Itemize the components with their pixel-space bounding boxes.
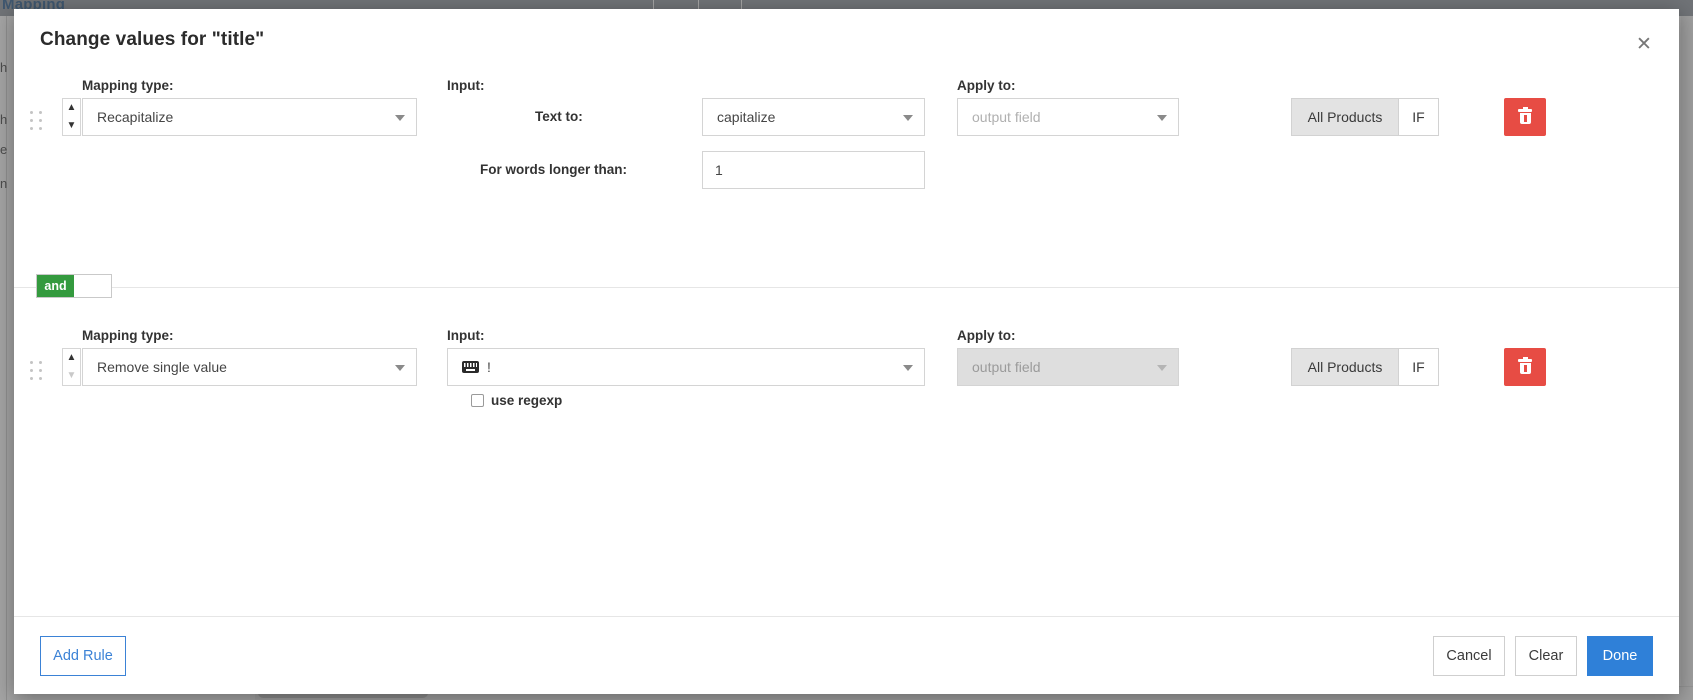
mapping-type-select[interactable]: Remove single value <box>82 348 417 386</box>
apply-to-label: Apply to: <box>957 328 1016 343</box>
use-regexp-label: use regexp <box>491 393 563 408</box>
keyboard-icon <box>462 361 479 373</box>
chevron-down-icon[interactable]: ▼ <box>63 367 80 385</box>
trash-icon <box>1518 106 1532 125</box>
page-title: Change values for "title" <box>40 29 265 50</box>
trash-icon <box>1518 356 1532 375</box>
delete-rule-button[interactable] <box>1504 348 1546 386</box>
rule-row: ▲ ▼ Mapping type: Remove single value In… <box>14 288 1679 488</box>
text-to-label: Text to: <box>535 109 583 124</box>
scope-if-button[interactable]: IF <box>1398 99 1438 135</box>
scope-all-products-button[interactable]: All Products <box>1292 349 1398 385</box>
mapping-type-label: Mapping type: <box>82 78 174 93</box>
modal-body: ▲ ▼ Mapping type: Recapitalize Input: Te… <box>14 71 1679 616</box>
scope-if-button[interactable]: IF <box>1398 349 1438 385</box>
close-icon[interactable]: ✕ <box>1631 31 1657 57</box>
mapping-type-select[interactable]: Recapitalize <box>82 98 417 136</box>
chevron-up-icon[interactable]: ▲ <box>63 99 80 117</box>
words-longer-than-input[interactable]: 1 <box>702 151 925 189</box>
mapping-type-label: Mapping type: <box>82 328 174 343</box>
reorder-spinner[interactable]: ▲ ▼ <box>62 348 81 386</box>
modal-header: Change values for "title" ✕ <box>14 9 1679 71</box>
chevron-up-icon[interactable]: ▲ <box>63 349 80 367</box>
add-rule-button[interactable]: Add Rule <box>40 635 126 676</box>
input-label: Input: <box>447 78 485 93</box>
scope-all-products-button[interactable]: All Products <box>1292 99 1398 135</box>
chevron-down-icon[interactable]: ▼ <box>63 117 80 135</box>
apply-to-select[interactable]: output field <box>957 98 1179 136</box>
use-regexp-checkbox[interactable]: use regexp <box>471 393 562 408</box>
input-value-select[interactable]: ! <box>447 348 925 386</box>
input-label: Input: <box>447 328 485 343</box>
apply-to-select: output field <box>957 348 1179 386</box>
drag-handle-icon[interactable] <box>30 361 44 381</box>
done-button[interactable]: Done <box>1587 635 1653 676</box>
cancel-button[interactable]: Cancel <box>1433 635 1505 676</box>
modal-footer: Add Rule Cancel Clear Done <box>14 616 1679 694</box>
reorder-spinner[interactable]: ▲ ▼ <box>62 98 81 136</box>
footer-actions: Cancel Clear Done <box>1433 635 1653 676</box>
change-values-modal: Change values for "title" ✕ ▲ ▼ Mapping … <box>14 9 1679 694</box>
clear-button[interactable]: Clear <box>1515 635 1577 676</box>
scope-toggle-group: All Products IF <box>1291 98 1439 136</box>
scope-toggle-group: All Products IF <box>1291 348 1439 386</box>
words-longer-than-label: For words longer than: <box>480 162 627 177</box>
apply-to-label: Apply to: <box>957 78 1016 93</box>
delete-rule-button[interactable] <box>1504 98 1546 136</box>
checkbox-box[interactable] <box>471 394 484 407</box>
input-value-text: ! <box>487 359 491 375</box>
drag-handle-icon[interactable] <box>30 111 44 131</box>
rule-row: ▲ ▼ Mapping type: Recapitalize Input: Te… <box>14 71 1679 287</box>
text-to-select[interactable]: capitalize <box>702 98 925 136</box>
